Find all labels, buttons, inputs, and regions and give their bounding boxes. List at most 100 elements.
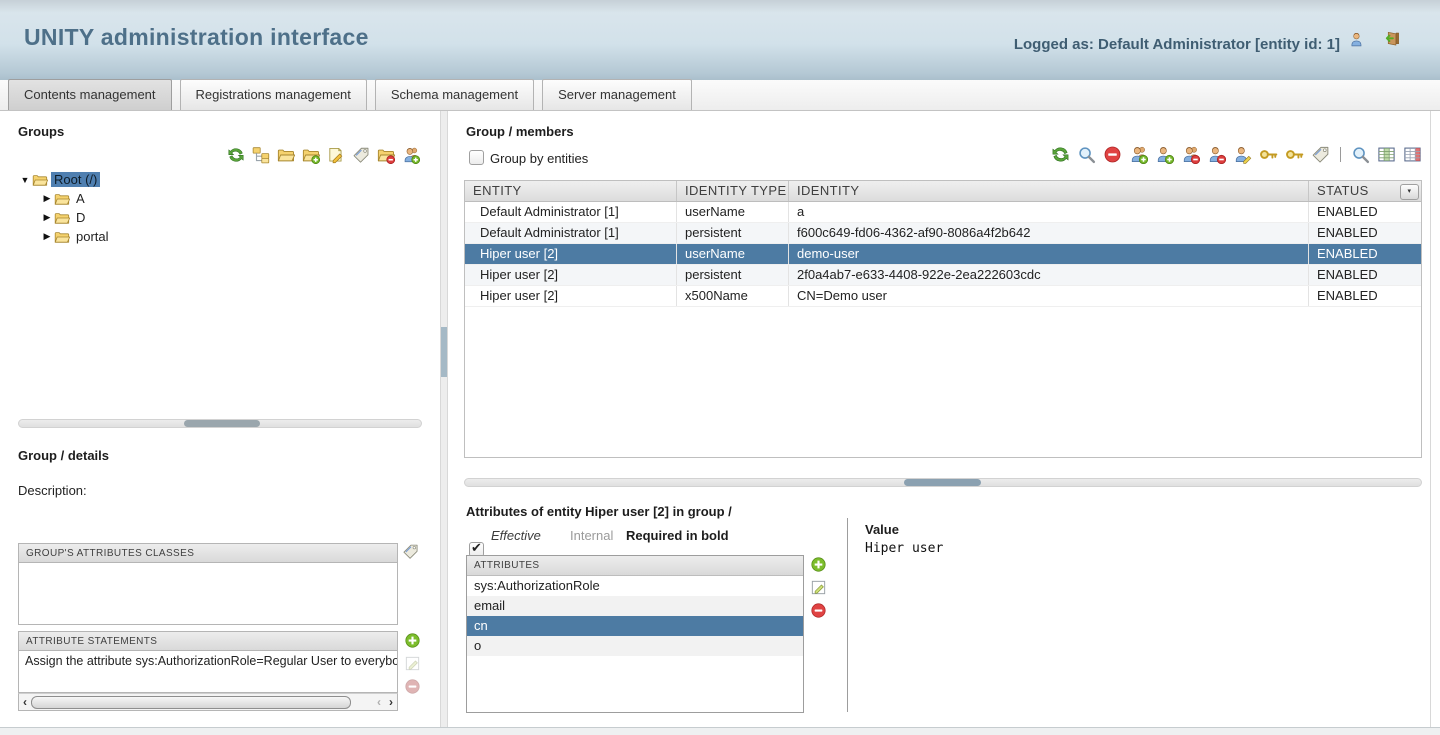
table-filter-icon[interactable] (1403, 145, 1422, 164)
edit-attribute-classes-icon[interactable] (402, 543, 419, 560)
attribute-row[interactable]: cn (467, 616, 803, 636)
table-cell: Hiper user [2] (465, 244, 677, 264)
edit-attribute-icon[interactable] (810, 579, 827, 596)
table-row[interactable]: Hiper user [2]persistent2f0a4ab7-e633-44… (465, 265, 1421, 286)
splitter-thumb[interactable] (904, 479, 981, 486)
attribute-statements-scrollbar[interactable]: ‹ ‹ › (18, 693, 398, 711)
attributes-table: ATTRIBUTES sys:AuthorizationRoleemailcno (466, 555, 804, 713)
table-cell: ENABLED (1309, 265, 1421, 285)
panel-splitter-vertical[interactable] (440, 111, 448, 727)
toolbar-separator (1340, 147, 1341, 162)
delete-entity-icon[interactable] (1181, 145, 1200, 164)
tree-item-a[interactable]: ▶A (18, 189, 422, 208)
internal-label: Internal (570, 528, 613, 543)
table-row[interactable]: Default Administrator [1]persistentf600c… (465, 223, 1421, 244)
table-cell: a (789, 202, 1309, 222)
column-header-status[interactable]: STATUS▾ (1309, 181, 1421, 201)
delete-identity-icon[interactable] (1207, 145, 1226, 164)
table-cell: 2f0a4ab7-e633-4408-922e-2ea222603cdc (789, 265, 1309, 285)
group-by-entities-checkbox[interactable] (469, 150, 484, 165)
folder-icon (54, 191, 70, 207)
delete-group-icon[interactable] (377, 146, 395, 164)
credentials-icon[interactable] (1259, 145, 1278, 164)
value-divider (847, 518, 848, 712)
members-table: ENTITYIDENTITY TYPEIDENTITYSTATUS▾Defaul… (464, 180, 1422, 458)
attribute-statements-list: Assign the attribute sys:AuthorizationRo… (18, 651, 398, 693)
attributes-panel-title: Attributes of entity Hiper user [2] in g… (466, 504, 732, 519)
main-tabbar: Contents management Registrations managem… (0, 80, 1440, 111)
scrollbar-thumb[interactable] (184, 420, 260, 427)
add-statement-icon[interactable] (404, 632, 421, 649)
attribute-classes-header[interactable]: GROUP'S ATTRIBUTES CLASSES (18, 543, 398, 563)
table-row[interactable]: Hiper user [2]userNamedemo-userENABLED (465, 244, 1421, 265)
table-cell: userName (677, 244, 789, 264)
edit-entity-icon[interactable] (1233, 145, 1252, 164)
tree-item-d[interactable]: ▶D (18, 208, 422, 227)
table-cell: Default Administrator [1] (465, 223, 677, 243)
credential-requirement-icon[interactable] (1285, 145, 1304, 164)
delete-attribute-icon[interactable] (810, 602, 827, 619)
scroll-right-icon[interactable]: › (385, 695, 397, 709)
panel-splitter-horizontal[interactable] (464, 478, 1422, 487)
table-cell: Hiper user [2] (465, 286, 677, 306)
tab-contents-management[interactable]: Contents management (8, 79, 172, 110)
table-cell: ENABLED (1309, 286, 1421, 306)
folder-icon (54, 210, 70, 226)
column-header-identity[interactable]: IDENTITY (789, 181, 1309, 201)
tab-server-management[interactable]: Server management (542, 79, 692, 110)
tab-registrations-management[interactable]: Registrations management (180, 79, 367, 110)
expand-arrow-icon[interactable]: ▶ (40, 193, 54, 204)
attribute-row[interactable]: email (467, 596, 803, 616)
collapse-arrow-icon[interactable]: ▼ (18, 175, 32, 185)
tree-item-root-[interactable]: ▼ Root (/) (18, 170, 422, 189)
tree-item-label[interactable]: Root (/) (51, 172, 100, 187)
attribute-statement-row[interactable]: Assign the attribute sys:AuthorizationRo… (19, 651, 397, 671)
tree-item-label[interactable]: portal (73, 229, 112, 244)
folder-icon (32, 172, 48, 188)
user-avatar-icon[interactable] (1349, 31, 1366, 48)
scroll-left2-icon[interactable]: ‹ (373, 695, 385, 709)
edit-group-icon[interactable] (327, 146, 345, 164)
search-table-icon[interactable] (1351, 145, 1370, 164)
collapse-tree-icon[interactable] (277, 146, 295, 164)
tree-item-portal[interactable]: ▶ portal (18, 227, 422, 246)
attribute-row[interactable]: o (467, 636, 803, 656)
logout-icon[interactable] (1384, 30, 1401, 47)
splitter-thumb[interactable] (441, 327, 447, 377)
tree-item-label[interactable]: D (73, 210, 88, 225)
table-row[interactable]: Hiper user [2]x500NameCN=Demo userENABLE… (465, 286, 1421, 307)
table-columns-icon[interactable] (1377, 145, 1396, 164)
attributes-column-header[interactable]: ATTRIBUTES (467, 556, 803, 576)
delete-statement-icon[interactable] (404, 678, 421, 695)
table-cell: ENABLED (1309, 223, 1421, 243)
scrollbar-thumb[interactable] (31, 696, 351, 709)
expand-arrow-icon[interactable]: ▶ (40, 231, 54, 242)
column-header-entity[interactable]: ENTITY (465, 181, 677, 201)
edit-statement-icon[interactable] (404, 655, 421, 672)
column-header-identity-type[interactable]: IDENTITY TYPE (677, 181, 789, 201)
attribute-row[interactable]: sys:AuthorizationRole (467, 576, 803, 596)
tree-item-label[interactable]: A (73, 191, 88, 206)
add-entities-icon[interactable] (1129, 145, 1148, 164)
expand-arrow-icon[interactable]: ▶ (40, 212, 54, 223)
attribute-statements-header[interactable]: ATTRIBUTE STATEMENTS (18, 631, 398, 651)
group-attribute-classes-icon[interactable] (352, 146, 370, 164)
table-row[interactable]: Default Administrator [1]userNameaENABLE… (465, 202, 1421, 223)
add-identity-icon[interactable] (1155, 145, 1174, 164)
folder-icon (54, 229, 70, 245)
add-group-icon[interactable] (302, 146, 320, 164)
groups-horizontal-scrollbar[interactable] (18, 419, 422, 428)
tab-schema-management[interactable]: Schema management (375, 79, 534, 110)
scroll-left-icon[interactable]: ‹ (19, 695, 31, 709)
table-cell: CN=Demo user (789, 286, 1309, 306)
add-attribute-icon[interactable] (810, 556, 827, 573)
remove-from-group-icon[interactable] (1103, 145, 1122, 164)
inspect-icon[interactable] (1077, 145, 1096, 164)
column-filter-button[interactable]: ▾ (1400, 184, 1419, 200)
refresh-icon[interactable] (1051, 145, 1070, 164)
expand-tree-icon[interactable] (252, 146, 270, 164)
app-header: UNITY administration interface Logged as… (0, 0, 1440, 80)
entity-attributes-icon[interactable] (1311, 145, 1330, 164)
add-entity-icon[interactable] (402, 146, 420, 164)
refresh-icon[interactable] (227, 146, 245, 164)
